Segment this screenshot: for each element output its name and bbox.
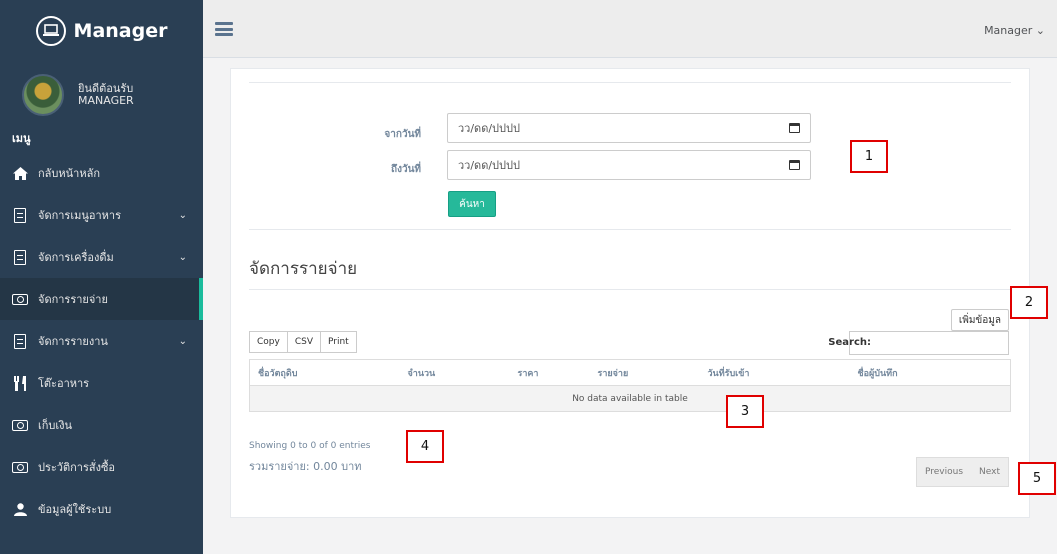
sidebar-item-drinks[interactable]: จัดการเครื่องดื่ม ⌄ <box>0 236 203 278</box>
avatar <box>22 74 64 116</box>
from-date-value: วว/ดด/ปปปป <box>458 122 520 135</box>
chevron-down-icon: ⌄ <box>178 209 187 221</box>
sidebar-item-order-history[interactable]: ประวัติการสั่งซื้อ <box>0 446 203 488</box>
chevron-down-icon: ⌄ <box>178 335 187 347</box>
chevron-down-icon: ⌄ <box>178 251 187 263</box>
column-header[interactable]: จำนวน <box>399 359 510 386</box>
sidebar-nav: กลับหน้าหลัก จัดการเมนูอาหาร ⌄ จัดการเคร… <box>0 152 203 530</box>
sidebar-item-label: กลับหน้าหลัก <box>38 167 100 180</box>
menu-title: เมนู <box>12 132 31 145</box>
divider <box>249 82 1011 83</box>
sidebar-item-label: จัดการเมนูอาหาร <box>38 209 121 222</box>
previous-button[interactable]: Previous <box>917 458 971 486</box>
profile: ยินดีต้อนรับ MANAGER <box>0 62 203 122</box>
column-header[interactable]: รายจ่าย <box>589 359 700 386</box>
next-button[interactable]: Next <box>971 458 1008 486</box>
entries-info: Showing 0 to 0 of 0 entries <box>249 441 371 451</box>
annotation-4: 4 <box>406 430 444 463</box>
user-icon <box>12 501 28 517</box>
to-date-input[interactable]: วว/ดด/ปปปป <box>447 150 811 180</box>
calendar-icon[interactable] <box>789 160 800 170</box>
annotation-1: 1 <box>850 140 888 173</box>
document-icon <box>12 333 28 349</box>
sidebar-item-label: จัดการเครื่องดื่ม <box>38 251 114 264</box>
welcome-text: ยินดีต้อนรับ MANAGER <box>78 83 134 107</box>
sidebar-item-label: เก็บเงิน <box>38 419 73 432</box>
to-date-value: วว/ดด/ปปปป <box>458 159 520 172</box>
empty-message: No data available in table <box>249 385 1011 412</box>
annotation-3: 3 <box>726 395 764 428</box>
home-icon <box>12 165 28 181</box>
user-menu[interactable]: Manager ⌄ <box>984 24 1045 37</box>
expense-total: รวมรายจ่าย: 0.00 บาท <box>249 460 362 473</box>
from-date-input[interactable]: วว/ดด/ปปปป <box>447 113 811 143</box>
money-icon <box>12 291 28 307</box>
sidebar-item-label: จัดการรายจ่าย <box>38 293 108 306</box>
export-buttons: Copy CSV Print <box>249 331 357 353</box>
annotation-2: 2 <box>1010 286 1048 319</box>
from-date-label: จากวันที่ <box>384 129 421 140</box>
search-button[interactable]: ค้นหา <box>448 191 496 217</box>
pagination: Previous Next <box>915 457 1009 487</box>
sidebar-item-expenses[interactable]: จัดการรายจ่าย <box>0 278 203 320</box>
csv-button[interactable]: CSV <box>286 331 321 353</box>
annotation-5: 5 <box>1018 462 1056 495</box>
page-title: จัดการรายจ่าย <box>249 259 358 279</box>
sidebar-item-label: ประวัติการสั่งซื้อ <box>38 461 116 474</box>
sidebar-item-label: โต๊ะอาหาร <box>38 377 90 390</box>
divider <box>249 229 1011 230</box>
column-header[interactable]: ชื่อวัตถุดิบ <box>249 359 400 386</box>
brand[interactable]: Manager <box>0 0 203 62</box>
laptop-icon <box>35 16 66 46</box>
sidebar-item-label: ข้อมูลผู้ใช้ระบบ <box>38 503 112 516</box>
expense-table: ชื่อวัตถุดิบ จำนวน ราคา รายจ่าย วันที่รั… <box>249 359 1011 412</box>
sidebar-item-users[interactable]: ข้อมูลผู้ใช้ระบบ <box>0 488 203 530</box>
search-input[interactable] <box>849 331 1009 355</box>
sidebar-item-label: จัดการรายงาน <box>38 335 108 348</box>
sidebar-item-payment[interactable]: เก็บเงิน <box>0 404 203 446</box>
sidebar: Manager ยินดีต้อนรับ MANAGER เมนู กลับหน… <box>0 0 203 554</box>
sidebar-item-food-menu[interactable]: จัดการเมนูอาหาร ⌄ <box>0 194 203 236</box>
column-header[interactable]: วันที่รับเข้า <box>699 359 850 386</box>
sidebar-item-home[interactable]: กลับหน้าหลัก <box>0 152 203 194</box>
sidebar-item-tables[interactable]: โต๊ะอาหาร <box>0 362 203 404</box>
column-header[interactable]: ชื่อผู้บันทึก <box>849 359 1011 386</box>
divider <box>249 289 1011 290</box>
calendar-icon[interactable] <box>789 123 800 133</box>
column-header[interactable]: ราคา <box>509 359 590 386</box>
document-icon <box>12 249 28 265</box>
table-header-row: ชื่อวัตถุดิบ จำนวน ราคา รายจ่าย วันที่รั… <box>249 359 1011 386</box>
money-icon <box>12 459 28 475</box>
add-data-button[interactable]: เพิ่มข้อมูล <box>950 309 1009 331</box>
table-row: No data available in table <box>249 385 1011 412</box>
username: MANAGER <box>78 94 134 107</box>
main-panel: จากวันที่ วว/ดด/ปปปป ถึงวันที่ วว/ดด/ปปป… <box>230 68 1030 518</box>
menu-toggle-icon[interactable] <box>215 22 233 36</box>
copy-button[interactable]: Copy <box>249 331 288 353</box>
to-date-label: ถึงวันที่ <box>391 164 421 175</box>
money-icon <box>12 417 28 433</box>
topbar: Manager ⌄ <box>203 0 1057 58</box>
document-icon <box>12 207 28 223</box>
utensils-icon <box>12 375 28 391</box>
print-button[interactable]: Print <box>320 331 357 353</box>
brand-title: Manager <box>73 20 168 42</box>
sidebar-item-reports[interactable]: จัดการรายงาน ⌄ <box>0 320 203 362</box>
